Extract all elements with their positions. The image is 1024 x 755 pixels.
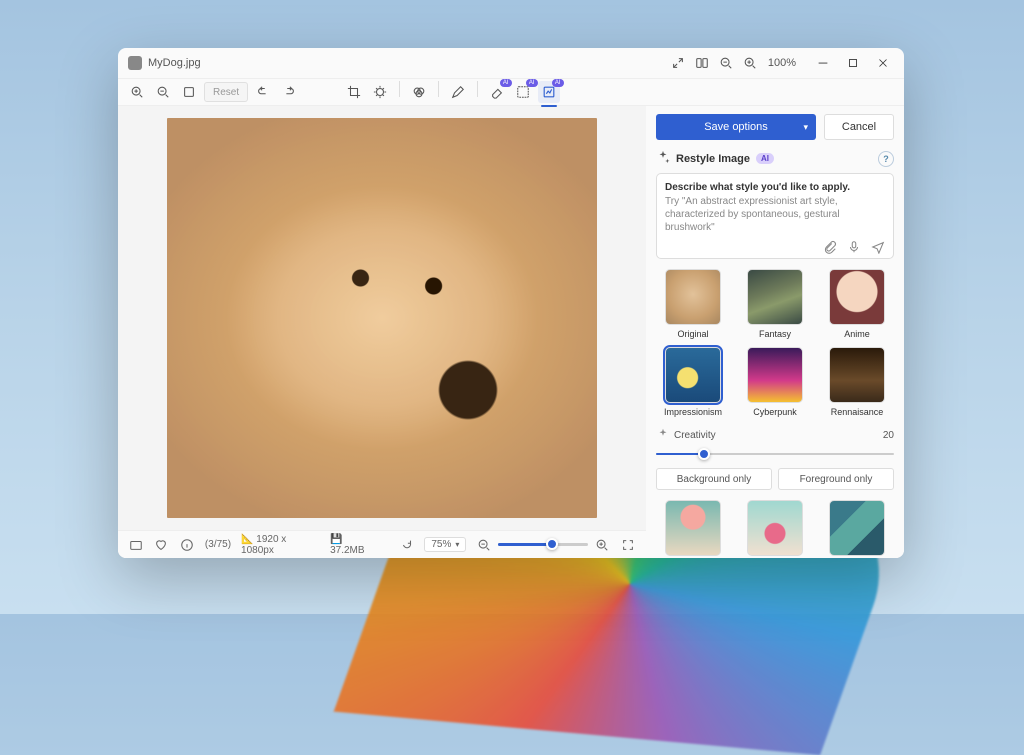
style-thumb	[665, 347, 721, 403]
zoom-slider[interactable]	[498, 543, 588, 546]
maximize-button[interactable]	[838, 49, 868, 77]
rotate-icon[interactable]	[399, 537, 415, 553]
prompt-hint: Try "An abstract expressionist art style…	[665, 195, 885, 234]
style-label: Fantasy	[759, 329, 791, 339]
canvas[interactable]	[118, 106, 646, 530]
reset-button[interactable]: Reset	[204, 82, 248, 102]
creativity-value: 20	[883, 430, 894, 441]
apply-scope-segment: Background only Foreground only	[656, 468, 894, 490]
zoom-dropdown[interactable]: 75%▾	[424, 537, 466, 552]
style-impressionism[interactable]: Impressionism	[656, 347, 730, 417]
style-thumb	[829, 269, 885, 325]
prompt-box[interactable]: Describe what style you'd like to apply.…	[656, 173, 894, 259]
photos-app-icon	[128, 56, 142, 70]
zoom-slider-plus[interactable]	[594, 537, 610, 553]
panel-title: Restyle Image	[676, 153, 750, 165]
close-button[interactable]	[868, 49, 898, 77]
canvas-area: (3/75) 📐 1920 x 1080px 💾 37.2MB 75%▾	[118, 106, 646, 558]
chevron-down-icon: ▾	[803, 122, 808, 133]
style-label: Anime	[844, 329, 870, 339]
ai-badge: AI	[756, 153, 774, 164]
style-thumb	[665, 500, 721, 556]
compare-icon[interactable]	[690, 51, 714, 75]
style-rennaisance[interactable]: Rennaisance	[820, 347, 894, 417]
image-dimensions: 📐 1920 x 1080px	[241, 534, 320, 556]
style-label: Original	[677, 329, 708, 339]
style-grid: Original Fantasy Anime Impressionism Cyberpu…	[656, 269, 894, 417]
style-pixel-art[interactable]: Pixel Art	[820, 500, 894, 558]
zoom-slider-minus[interactable]	[476, 537, 492, 553]
style-thumb	[829, 347, 885, 403]
gallery-icon[interactable]	[128, 537, 144, 553]
prompt-title: Describe what style you'd like to apply.	[665, 182, 885, 193]
redo-button[interactable]	[278, 81, 300, 103]
zoom-in-icon[interactable]	[738, 51, 762, 75]
status-bar: (3/75) 📐 1920 x 1080px 💾 37.2MB 75%▾	[118, 530, 646, 558]
markup-tool[interactable]	[447, 81, 469, 103]
send-icon[interactable]	[871, 240, 885, 254]
help-icon[interactable]: ?	[878, 151, 894, 167]
edited-image	[167, 118, 597, 518]
undo-button[interactable]	[252, 81, 274, 103]
creativity-control: Creativity 20	[656, 427, 894, 460]
save-options-button[interactable]: Save options▾	[656, 114, 816, 140]
style-fantasy[interactable]: Fantasy	[738, 269, 812, 339]
background-tool[interactable]: AI	[512, 81, 534, 103]
sparkle-icon	[656, 150, 670, 167]
style-original[interactable]: Original	[656, 269, 730, 339]
style-paper-craft[interactable]: Paper Craft	[738, 500, 812, 558]
restyle-tool[interactable]: AI	[538, 81, 560, 103]
zoom-out-icon[interactable]	[714, 51, 738, 75]
zoom-in-tool[interactable]	[126, 81, 148, 103]
creativity-label: Creativity	[674, 430, 716, 441]
filter-tool[interactable]	[408, 81, 430, 103]
info-icon[interactable]	[179, 537, 195, 553]
panel-title-row: Restyle Image AI ?	[656, 142, 894, 173]
attach-icon[interactable]	[823, 240, 837, 254]
restyle-panel: Save options▾ Cancel Restyle Image AI ? …	[646, 106, 904, 558]
adjust-tool[interactable]	[369, 81, 391, 103]
style-cyberpunk[interactable]: Cyberpunk	[738, 347, 812, 417]
cancel-button[interactable]: Cancel	[824, 114, 894, 140]
window-title: MyDog.jpg	[148, 57, 201, 69]
sparkle-small-icon	[656, 427, 670, 444]
style-thumb	[665, 269, 721, 325]
style-label: Impressionism	[664, 407, 722, 417]
image-counter: (3/75)	[205, 539, 231, 550]
mic-icon[interactable]	[847, 240, 861, 254]
favorite-icon[interactable]	[154, 537, 170, 553]
titlebar: MyDog.jpg 100%	[118, 48, 904, 78]
style-thumb	[829, 500, 885, 556]
toolbar: Reset AI AI AI	[118, 78, 904, 106]
fit-tool[interactable]	[178, 81, 200, 103]
minimize-button[interactable]	[808, 49, 838, 77]
zoom-out-tool[interactable]	[152, 81, 174, 103]
crop-tool[interactable]	[343, 81, 365, 103]
creativity-slider[interactable]	[656, 448, 894, 460]
fullscreen-icon[interactable]	[620, 537, 636, 553]
erase-tool[interactable]: AI	[486, 81, 508, 103]
foreground-only-button[interactable]: Foreground only	[778, 468, 894, 490]
style-label: Cyberpunk	[753, 407, 797, 417]
file-size: 💾 37.2MB	[330, 534, 379, 556]
expand-diagonal-icon[interactable]	[666, 51, 690, 75]
style-thumb	[747, 500, 803, 556]
style-surrealism[interactable]: Surrealism	[656, 500, 730, 558]
style-thumb	[747, 347, 803, 403]
style-thumb	[747, 269, 803, 325]
more-styles-grid: SurrealismPaper CraftPixel Art	[656, 500, 894, 558]
background-only-button[interactable]: Background only	[656, 468, 772, 490]
app-window: MyDog.jpg 100% Reset	[118, 48, 904, 558]
zoom-percentage: 100%	[762, 57, 802, 69]
style-label: Rennaisance	[831, 407, 884, 417]
style-anime[interactable]: Anime	[820, 269, 894, 339]
